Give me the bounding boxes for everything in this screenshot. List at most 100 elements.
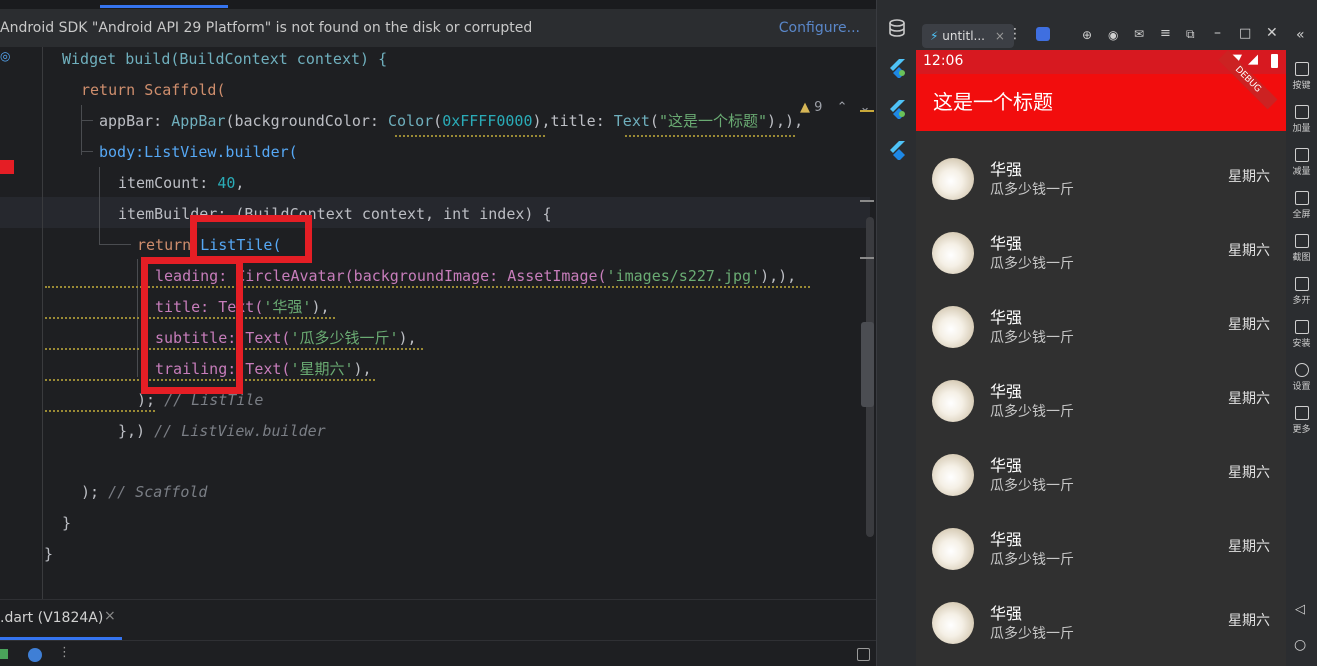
keyboard-icon [1294, 62, 1309, 76]
gamepad-icon[interactable]: ⊕ [1082, 28, 1092, 42]
volume-down-icon [1294, 148, 1309, 162]
indent-guide [99, 244, 131, 245]
side-volume-up-button[interactable]: 加量 [1286, 105, 1317, 134]
annotation-box-properties [141, 257, 243, 394]
list-item[interactable]: 华强 瓜多少钱一斤 星期六 [916, 142, 1286, 216]
side-multi-instance-button[interactable]: 多开 [1286, 277, 1317, 306]
indent-guide [99, 167, 100, 231]
collapse-panel-icon[interactable]: « [1296, 27, 1305, 43]
gutter-divider [42, 47, 43, 599]
flutter-icon[interactable] [28, 648, 42, 662]
indent-guide [81, 120, 93, 121]
mail-icon[interactable]: ✉ [1134, 27, 1144, 41]
emulator-tab-label: untitl... [942, 29, 985, 43]
list-item-subtitle: 瓜多少钱一斤 [990, 182, 1074, 198]
avatar [932, 454, 974, 496]
indent-guide [81, 151, 93, 152]
maximize-icon[interactable]: □ [1239, 26, 1251, 41]
side-settings-button[interactable]: 设置 [1286, 363, 1317, 392]
home-nav-icon[interactable]: ○ [1294, 637, 1306, 653]
error-stripe-mark[interactable] [860, 110, 874, 112]
flutter-outline-icon[interactable] [887, 140, 907, 161]
emulator-tab[interactable]: ⚡ untitl... × [922, 24, 1014, 48]
flutter-inspector-icon[interactable] [887, 58, 907, 79]
side-keys-button[interactable]: 按键 [1286, 62, 1317, 91]
app-bar: 这是一个标题 [916, 74, 1286, 131]
chevron-up-icon[interactable]: ⌃ [837, 100, 848, 115]
lint-squiggle [395, 133, 545, 137]
minimize-icon[interactable]: – [1214, 25, 1221, 41]
close-icon[interactable]: × [995, 29, 1005, 43]
side-install-button[interactable]: 安装 [1286, 320, 1317, 349]
list-item[interactable]: 华强 瓜多少钱一斤 星期六 [916, 290, 1286, 364]
annotation-box-listtile [190, 215, 312, 263]
side-label: 减量 [1292, 167, 1311, 177]
side-label: 按键 [1292, 81, 1311, 91]
list-item-title: 华强 [990, 308, 1023, 327]
menu-icon[interactable]: ≡ [1160, 26, 1171, 41]
scissors-icon [1294, 234, 1309, 248]
side-volume-down-button[interactable]: 减量 [1286, 148, 1317, 177]
list-item-trailing: 星期六 [1228, 169, 1270, 185]
database-icon[interactable] [887, 18, 907, 38]
emulator-window: ⋮ ⊕ ◉ ✉ ≡ ⧉ – □ ✕ « ⚡ untitl... × 12:06 … [916, 0, 1317, 666]
avatar [932, 232, 974, 274]
app-bar-title: 这是一个标题 [933, 90, 1053, 114]
breakpoint-marker[interactable] [0, 160, 14, 174]
lint-squiggle [625, 133, 795, 137]
battery-icon [1271, 54, 1278, 68]
chevron-down-icon[interactable]: ⌄ [860, 100, 871, 115]
list-item-trailing: 星期六 [1228, 539, 1270, 555]
side-fullscreen-button[interactable]: 全屏 [1286, 191, 1317, 220]
editor-scrollbar-thumb[interactable] [861, 322, 874, 407]
multi-window-icon [1294, 277, 1309, 291]
code-line-17: } [44, 545, 54, 563]
list-item[interactable]: 华强 瓜多少钱一斤 星期六 [916, 586, 1286, 660]
code-line-1: Widget build(BuildContext context) { [62, 50, 388, 68]
ide-right-toolbar [876, 0, 917, 666]
avatar [932, 158, 974, 200]
side-label: 更多 [1292, 425, 1311, 435]
code-editor[interactable]: ◎ ▲ 9 ⌃ ⌄ Widget build(BuildContext cont… [0, 47, 876, 599]
gear-icon [1294, 363, 1309, 377]
avatar [932, 306, 974, 348]
side-label: 安装 [1292, 339, 1311, 349]
run-status-icon[interactable] [0, 649, 8, 659]
close-window-icon[interactable]: ✕ [1266, 25, 1278, 41]
error-stripe-mark[interactable] [860, 200, 874, 202]
phone-screen[interactable]: 12:06 ▼ ◢ 这是一个标题 DEBUG 华强 瓜多少钱一斤 星期六 华强 … [916, 50, 1286, 666]
more-icon [1294, 406, 1309, 420]
list-item[interactable]: 华强 瓜多少钱一斤 星期六 [916, 438, 1286, 512]
lint-squiggle [45, 408, 155, 412]
more-vertical-icon[interactable]: ⋮ [58, 645, 71, 660]
inspection-widget[interactable]: ▲ 9 ⌃ ⌄ [800, 100, 871, 118]
layout-icon[interactable] [857, 648, 870, 661]
ide-statusbar: ⋮ [0, 640, 876, 666]
emulator-app-icon[interactable] [1036, 27, 1050, 41]
run-tab-label[interactable]: .dart (V1824A) [0, 610, 103, 626]
flutter-performance-icon[interactable] [887, 99, 907, 120]
side-label: 加量 [1292, 124, 1311, 134]
list-item[interactable]: 华强 瓜多少钱一斤 星期六 [916, 512, 1286, 586]
code-line-2: return Scaffold( [81, 81, 226, 99]
side-screenshot-button[interactable]: 截图 [1286, 234, 1317, 263]
code-line-15: ); // Scaffold [81, 483, 208, 501]
back-nav-icon[interactable]: ◁ [1295, 602, 1305, 617]
fullscreen-icon [1294, 191, 1309, 205]
configure-link[interactable]: Configure... [779, 9, 860, 47]
error-stripe-mark[interactable] [860, 257, 874, 259]
account-icon[interactable]: ◉ [1108, 28, 1118, 42]
list-item-trailing: 星期六 [1228, 317, 1270, 333]
override-gutter-icon[interactable]: ◎ [0, 49, 10, 63]
flutter-icon: ⚡ [930, 29, 939, 43]
side-more-button[interactable]: 更多 [1286, 406, 1317, 435]
list-item[interactable]: 华强 瓜多少钱一斤 星期六 [916, 364, 1286, 438]
popout-icon[interactable]: ⧉ [1186, 27, 1195, 42]
editor-tab-strip [0, 0, 876, 9]
side-label: 全屏 [1292, 210, 1311, 220]
avatar [932, 602, 974, 644]
list-item-subtitle: 瓜多少钱一斤 [990, 478, 1074, 494]
close-icon[interactable]: × [104, 608, 116, 624]
list-item[interactable]: 华强 瓜多少钱一斤 星期六 [916, 216, 1286, 290]
signal-icon: ◢ [1248, 52, 1258, 67]
